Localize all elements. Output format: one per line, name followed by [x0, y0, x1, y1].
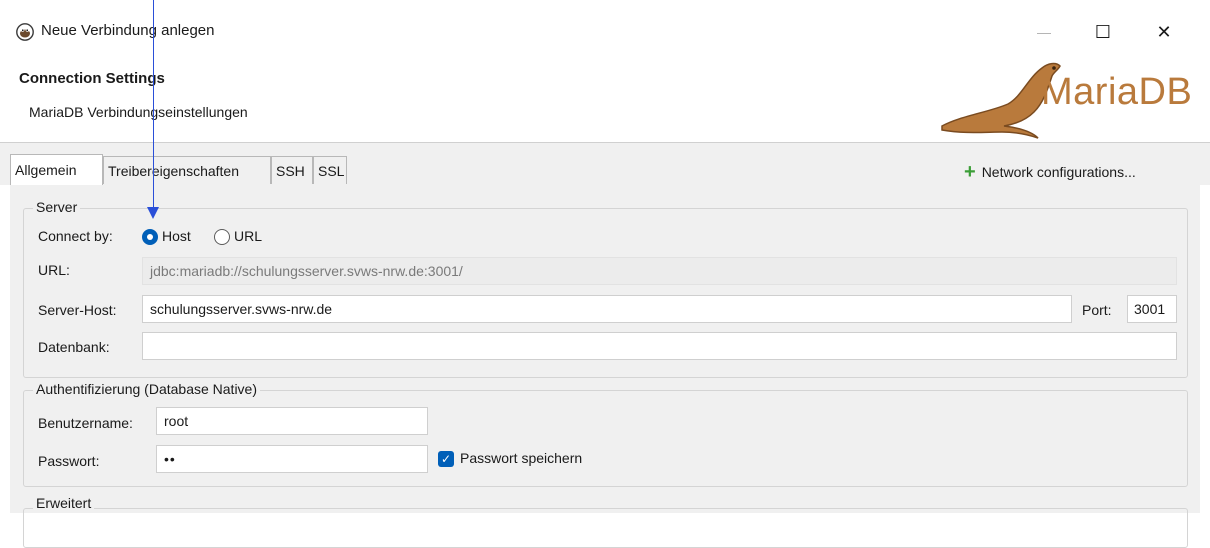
mariadb-logo-text: MariaDB: [1041, 71, 1193, 113]
save-password-checkbox[interactable]: ✓: [438, 451, 454, 467]
port-label: Port:: [1082, 302, 1112, 318]
close-button[interactable]: ✕: [1141, 14, 1187, 50]
network-configurations-button[interactable]: + Network configurations...: [964, 160, 1136, 184]
network-configurations-label: Network configurations...: [981, 164, 1136, 180]
plus-icon: +: [964, 161, 976, 183]
authentication-group-label: Authentifizierung (Database Native): [33, 381, 261, 397]
minimize-icon: —: [1037, 24, 1051, 40]
password-label: Passwort:: [38, 453, 100, 469]
tab-ssl[interactable]: SSL: [313, 156, 347, 184]
server-host-label: Server-Host:: [38, 302, 117, 318]
allgemein-panel: Server Connect by: Host URL URL: jdbc:ma…: [10, 185, 1200, 548]
server-host-input[interactable]: schulungsserver.svws-nrw.de: [142, 295, 1072, 323]
maximize-icon: ☐: [1094, 22, 1112, 42]
dialog-header: Connection Settings MariaDB Verbindungse…: [0, 54, 1210, 143]
radio-host[interactable]: [142, 229, 158, 245]
annotation-arrow-line: [153, 0, 154, 210]
username-label: Benutzername:: [38, 415, 133, 431]
connect-by-label: Connect by:: [38, 228, 113, 244]
password-input[interactable]: ••: [156, 445, 428, 473]
database-input[interactable]: [142, 332, 1177, 360]
url-label: URL:: [38, 262, 70, 278]
tab-allgemein[interactable]: Allgemein: [10, 154, 103, 185]
radio-url-label[interactable]: URL: [234, 228, 262, 244]
url-field: jdbc:mariadb://schulungsserver.svws-nrw.…: [142, 257, 1177, 285]
advanced-group: [23, 508, 1188, 548]
tab-ssh[interactable]: SSH: [271, 156, 313, 184]
minimize-button[interactable]: —: [1021, 14, 1067, 50]
radio-url[interactable]: [214, 229, 230, 245]
save-password-label[interactable]: Passwort speichern: [460, 450, 582, 466]
window-title: Neue Verbindung anlegen: [41, 22, 215, 39]
username-input[interactable]: root: [156, 407, 428, 435]
close-icon: ✕: [1156, 22, 1172, 42]
maximize-button[interactable]: ☐: [1080, 14, 1126, 50]
tab-treibereigenschaften[interactable]: Treibereigenschaften: [103, 156, 271, 184]
annotation-arrow-head-icon: [147, 207, 159, 219]
advanced-group-label: Erweitert: [33, 495, 95, 511]
dialog-subtitle: MariaDB Verbindungseinstellungen: [29, 104, 248, 120]
dialog-title: Connection Settings: [19, 70, 165, 87]
port-input[interactable]: 3001: [1127, 295, 1177, 323]
server-group-label: Server: [33, 199, 81, 215]
title-bar: Neue Verbindung anlegen — ☐ ✕: [0, 0, 1210, 54]
database-label: Datenbank:: [38, 339, 110, 355]
dbeaver-app-icon: [16, 23, 34, 41]
radio-host-label[interactable]: Host: [162, 228, 191, 244]
tab-bar: Allgemein Treibereigenschaften SSH SSL +…: [0, 143, 1210, 185]
